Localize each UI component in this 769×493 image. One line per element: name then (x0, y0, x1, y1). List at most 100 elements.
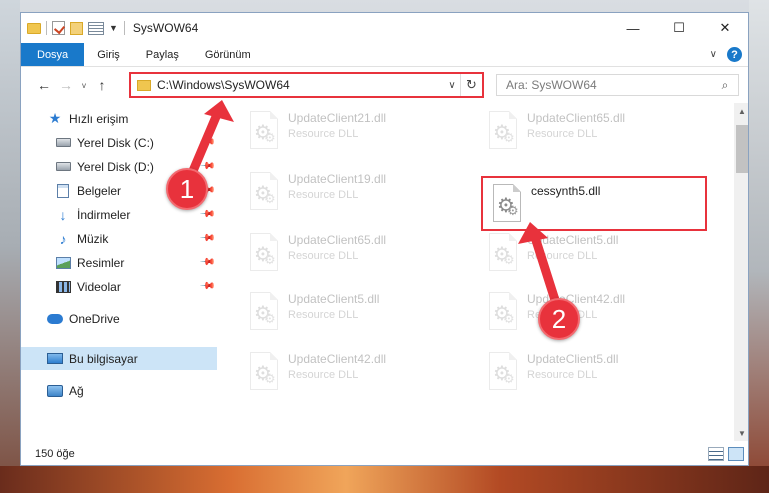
network-icon (47, 384, 63, 398)
sidebar-item-label: Belgeler (77, 183, 122, 198)
file-name: UpdateClient42.dll (288, 352, 387, 366)
chevron-down-icon[interactable]: ▼ (109, 23, 118, 33)
file-name: UpdateClient65.dll (288, 233, 387, 247)
tab-file[interactable]: Dosya (21, 43, 85, 66)
recent-locations-button[interactable]: v (77, 81, 91, 90)
file-name: UpdateClient5.dll (288, 292, 380, 306)
minimize-button[interactable]: — (610, 13, 656, 43)
downloads-icon: ↓ (59, 206, 67, 223)
chevron-down-icon[interactable]: ∨ (444, 80, 460, 91)
maximize-button[interactable]: ☐ (656, 13, 702, 43)
sidebar-item-label: Yerel Disk (C:) (77, 135, 154, 150)
file-list: ⚙ ⚙ UpdateClient21.dll Resource DLL ⚙ ⚙ Upd… (218, 103, 734, 441)
sidebar-item-label: Resimler (77, 255, 125, 270)
content-area: ★ Hızlı erişim Yerel Disk (C:) 📌 Yerel D… (21, 103, 748, 441)
drive-icon (55, 160, 71, 174)
scroll-up-icon[interactable]: ▲ (734, 103, 748, 119)
sidebar-item-this-pc[interactable]: Bu bilgisayar (21, 347, 217, 370)
file-item[interactable]: ⚙ ⚙ UpdateClient19.dll Resource DLL (240, 166, 466, 221)
item-count: 150 öğe (35, 448, 75, 460)
dll-file-icon: ⚙ ⚙ (246, 352, 280, 394)
pin-icon: 📌 (198, 206, 216, 223)
help-icon[interactable]: ? (727, 47, 742, 62)
tab-view[interactable]: Görünüm (192, 43, 264, 66)
pin-icon: 📌 (198, 230, 216, 247)
pictures-icon (55, 256, 71, 270)
sidebar-item-music[interactable]: ♪ Müzik 📌 (21, 227, 217, 250)
forward-button[interactable]: → (55, 77, 77, 93)
properties-check-icon[interactable] (52, 21, 65, 35)
folder-icon (27, 22, 41, 34)
title-bar: ▼ SysWOW64 — ☐ ✕ (21, 13, 748, 43)
sidebar-item-label: Yerel Disk (D:) (77, 159, 154, 174)
desktop-background-right (749, 0, 769, 493)
customize-icon[interactable] (88, 21, 104, 35)
large-icons-view-icon[interactable] (728, 447, 744, 461)
dll-file-icon: ⚙ ⚙ (485, 111, 519, 153)
pin-icon: 📌 (198, 254, 216, 271)
callout-badge-2: 2 (538, 298, 580, 340)
file-explorer-window: ▼ SysWOW64 — ☐ ✕ Dosya Giriş Paylaş Görü… (20, 12, 749, 466)
sidebar-item-label: Müzik (77, 231, 109, 246)
file-item[interactable]: ⚙ ⚙ UpdateClient5.dll Resource DLL (479, 346, 705, 401)
address-bar[interactable]: C:\Windows\SysWOW64 ∨ ↻ (129, 72, 484, 98)
file-item[interactable]: ⚙ ⚙ UpdateClient5.dll Resource DLL (240, 286, 466, 341)
sidebar-item-label: Videolar (77, 279, 121, 294)
file-item[interactable]: ⚙ ⚙ UpdateClient5.dll Resource DLL (479, 227, 705, 282)
file-item[interactable]: ⚙⚙ UpdateClient42.dll Resource DLL (240, 346, 466, 401)
back-button[interactable]: ← (33, 77, 55, 93)
search-box[interactable]: Ara: SysWOW64 ⌕ (496, 74, 739, 96)
file-name: UpdateClient19.dll (288, 172, 387, 186)
expand-ribbon-icon[interactable]: ∨ (710, 49, 717, 60)
scroll-down-icon[interactable]: ▼ (734, 425, 748, 441)
refresh-button[interactable]: ↻ (460, 74, 482, 96)
pin-icon: 📌 (198, 134, 216, 151)
quick-access-toolbar: ▼ (21, 21, 118, 35)
file-item[interactable]: ⚙ ⚙ UpdateClient65.dll Resource DLL (240, 227, 466, 282)
file-name: UpdateClient42.dll (527, 292, 626, 306)
tab-home[interactable]: Giriş (84, 43, 133, 66)
folder-icon (137, 79, 151, 91)
star-icon: ★ (48, 110, 62, 126)
file-name: UpdateClient5.dll (527, 352, 619, 366)
ribbon-tabs: Dosya Giriş Paylaş Görünüm ∨ ? (21, 43, 748, 67)
file-item[interactable]: ⚙ ⚙ UpdateClient21.dll Resource DLL (240, 105, 466, 160)
pin-icon: 📌 (198, 278, 216, 295)
dll-file-icon: ⚙ ⚙ (489, 184, 523, 226)
sidebar-item-onedrive[interactable]: OneDrive (21, 307, 217, 330)
up-button[interactable]: ↑ (91, 77, 113, 93)
sidebar-item-local-disk-c[interactable]: Yerel Disk (C:) 📌 (21, 131, 217, 154)
computer-icon (47, 352, 63, 366)
vertical-scrollbar[interactable]: ▲ ▼ (734, 103, 748, 441)
file-item[interactable]: ⚙⚙ UpdateClient42.dllResource DLL (479, 286, 705, 341)
dll-file-icon: ⚙ ⚙ (485, 352, 519, 394)
file-item-cessynth5[interactable]: ⚙ ⚙ cessynth5.dll (481, 176, 707, 231)
file-description: Resource DLL (288, 128, 359, 140)
new-folder-icon[interactable] (70, 21, 83, 35)
dll-file-icon: ⚙ ⚙ (485, 233, 519, 275)
sidebar-item-videos[interactable]: Videolar 📌 (21, 275, 217, 298)
file-description: Resource DLL (288, 369, 359, 381)
file-description: Resource DLL (527, 250, 598, 262)
sidebar-item-network[interactable]: Ağ (21, 379, 217, 402)
dll-file-icon: ⚙ ⚙ (246, 292, 280, 334)
desktop-background-left (0, 0, 20, 493)
file-name: UpdateClient21.dll (288, 111, 387, 125)
file-name: cessynth5.dll (531, 184, 601, 198)
drive-icon (55, 136, 71, 150)
title-divider (123, 21, 125, 35)
file-item[interactable]: ⚙ ⚙ UpdateClient65.dll Resource DLL (479, 105, 705, 160)
search-icon[interactable]: ⌕ (712, 78, 738, 93)
close-button[interactable]: ✕ (702, 13, 748, 43)
status-bar: 150 öğe (21, 441, 748, 465)
address-path[interactable]: C:\Windows\SysWOW64 (157, 78, 444, 92)
cloud-icon (47, 312, 63, 326)
details-view-icon[interactable] (708, 447, 724, 461)
documents-icon (55, 183, 71, 198)
file-description: Resource DLL (527, 128, 598, 140)
scrollbar-thumb[interactable] (736, 125, 748, 173)
sidebar-item-quick-access[interactable]: ★ Hızlı erişim (21, 107, 217, 130)
sidebar-item-pictures[interactable]: Resimler 📌 (21, 251, 217, 274)
tab-share[interactable]: Paylaş (133, 43, 192, 66)
dll-file-icon: ⚙ ⚙ (485, 292, 519, 334)
